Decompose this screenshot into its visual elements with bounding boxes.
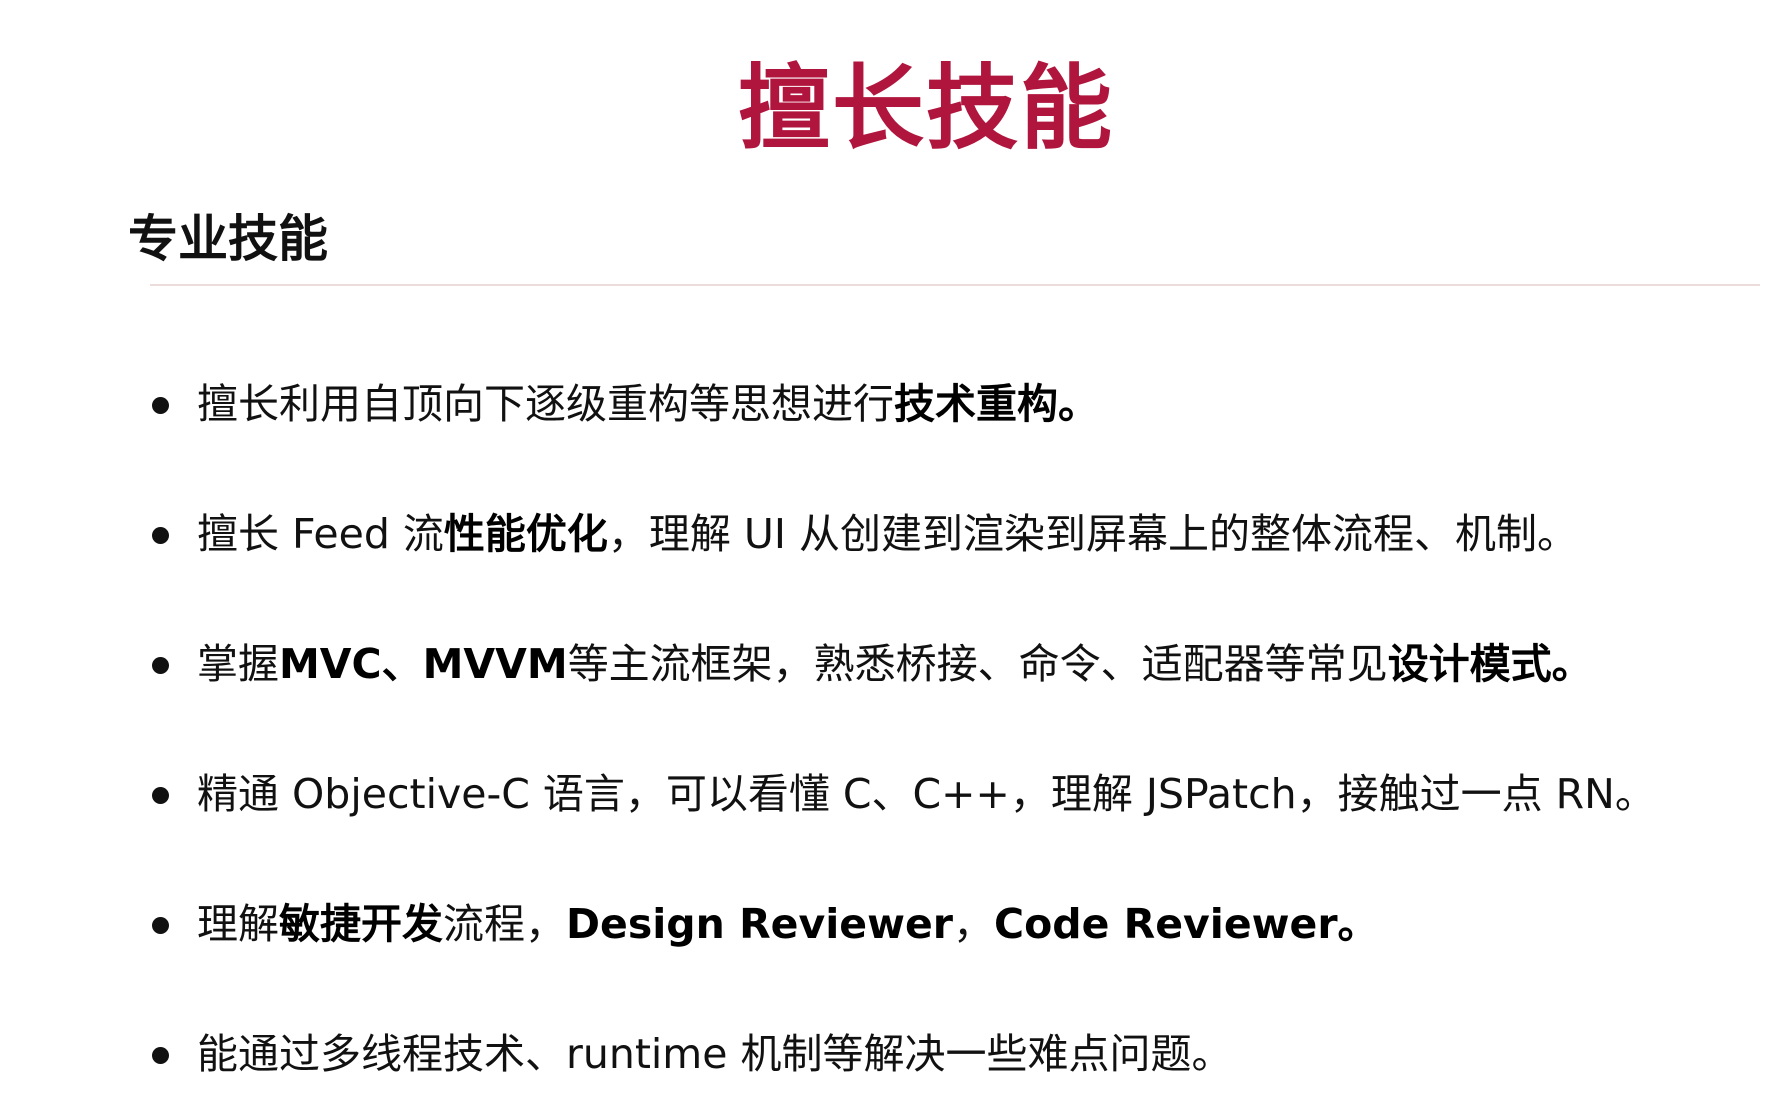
slide: 擅长技能 专业技能 擅长利用自顶向下逐级重构等思想进行 技术重构。 擅长 Feed … [0,0,1776,1086]
bullet-text-bold: 敏捷开发 [279,900,443,949]
bullet-text: 理解 [197,900,279,949]
skill-bullet: 掌握 MVC、MVVM 等主流框架，熟悉桥接、命令、适配器等常见 设计模式。 [152,600,1762,730]
bullet-text-bold: 设计模式。 [1387,640,1593,689]
bullet-text: ， [952,900,994,949]
bullet-text-bold: MVC、MVVM [279,640,568,689]
skills-list: 擅长利用自顶向下逐级重构等思想进行 技术重构。 擅长 Feed 流性能优化 ，理解 U… [152,340,1762,1120]
skill-bullet: 能通过多线程技术、runtime 机制等解决一些难点问题。 [152,990,1762,1120]
bullet-text-bold: Design Reviewer [566,900,953,949]
skill-bullet: 擅长 Feed 流性能优化 ，理解 UI 从创建到渲染到屏幕上的整体流程、机制。 [152,470,1762,600]
bullet-text: 掌握 [197,640,279,689]
bullet-text-bold: 技术重构。 [894,380,1099,429]
skill-bullet: 理解 敏捷开发 流程， Design Reviewer， Code Reviewer。 [152,860,1762,990]
bullet-text: ，理解 UI 从创建到渲染到屏幕上的整体流程、机制。 [607,510,1579,559]
skill-bullet: 擅长利用自顶向下逐级重构等思想进行 技术重构。 [152,340,1762,470]
section-divider [150,284,1760,286]
bullet-text: 等主流框架，熟悉桥接、命令、适配器等常见 [567,640,1388,689]
bullet-text: 精通 Objective-C 语言，可以看懂 C、C++，理解 JSPatch，… [197,770,1656,819]
bullet-text: 流程， [443,900,566,949]
slide-title: 擅长技能 [737,55,1114,162]
bullet-text: 能通过多线程技术、runtime 机制等解决一些难点问题。 [197,1030,1233,1079]
section-heading: 专业技能 [128,210,328,268]
bullet-text-bold: 性能优化 [443,510,608,559]
skill-bullet: 精通 Objective-C 语言，可以看懂 C、C++，理解 JSPatch，… [152,730,1762,860]
bullet-text: 擅长 Feed 流 [197,510,444,559]
bullet-text: 擅长利用自顶向下逐级重构等思想进行 [197,380,894,429]
bullet-text-bold: Code Reviewer。 [993,900,1379,949]
